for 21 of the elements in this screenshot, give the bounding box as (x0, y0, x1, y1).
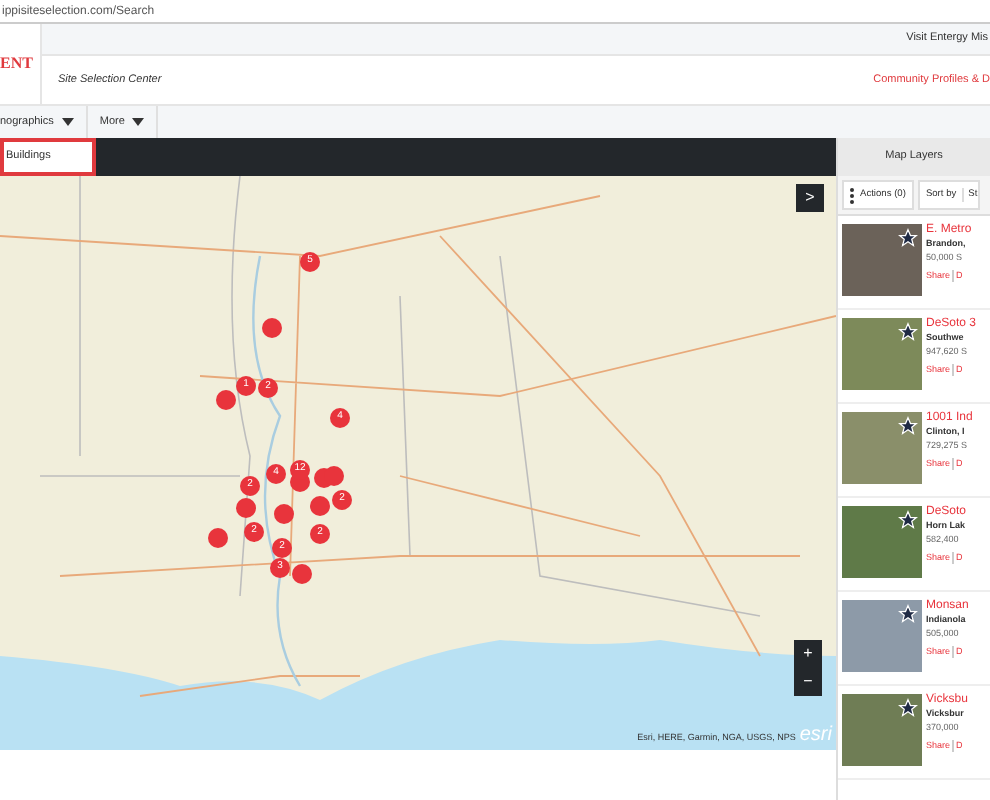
star-icon[interactable] (898, 416, 918, 436)
star-icon[interactable] (898, 228, 918, 248)
zoom-in-button[interactable]: + (794, 640, 822, 668)
zoom-out-button[interactable]: − (794, 668, 822, 696)
logo-text: ENT (0, 52, 33, 76)
location-marker[interactable] (236, 498, 256, 518)
caret-icon (132, 118, 145, 126)
star-icon[interactable] (898, 698, 918, 718)
location-marker[interactable] (310, 496, 330, 516)
star-icon[interactable] (898, 604, 918, 624)
star-icon[interactable] (898, 510, 918, 530)
caret-icon (61, 118, 74, 126)
star-icon[interactable] (898, 322, 918, 342)
esri-logo: esri (799, 726, 832, 746)
expand-button[interactable]: > (796, 184, 824, 212)
location-marker[interactable] (324, 466, 344, 486)
location-marker[interactable] (216, 390, 236, 410)
location-marker[interactable] (208, 528, 228, 548)
location-marker[interactable] (262, 318, 282, 338)
location-marker[interactable] (274, 504, 294, 524)
location-marker[interactable] (292, 564, 312, 584)
